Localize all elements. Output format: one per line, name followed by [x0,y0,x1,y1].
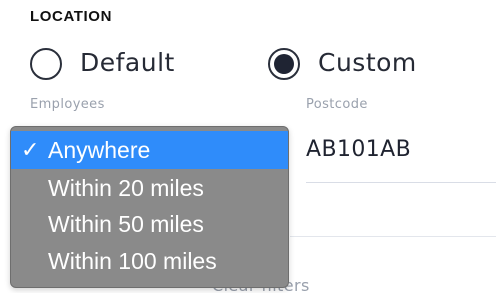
radio-default[interactable] [30,48,62,80]
dropdown-option-within-100-miles[interactable]: Within 100 miles [11,242,288,280]
radio-default-label[interactable]: Default [80,48,175,78]
dropdown-option-label: Within 50 miles [48,211,204,237]
dropdown-option-within-50-miles[interactable]: Within 50 miles [11,205,288,243]
location-section-title: LOCATION [30,8,113,25]
dropdown-option-label: Anywhere [48,137,151,163]
dropdown-option-label: Within 20 miles [48,175,204,201]
dropdown-option-anywhere[interactable]: ✓ Anywhere [11,131,288,169]
section-divider [290,236,496,237]
radio-selected-dot [274,54,294,74]
checkmark-icon: ✓ [21,137,40,162]
employees-label: Employees [30,97,105,112]
radio-custom[interactable] [268,48,300,80]
dropdown-option-label: Within 100 miles [48,248,217,274]
postcode-underline [306,182,496,183]
postcode-label: Postcode [306,97,368,112]
employees-dropdown-menu[interactable]: ✓ Anywhere Within 20 miles Within 50 mil… [10,126,289,288]
postcode-input[interactable]: AB101AB [306,135,411,165]
clipped-top-text [26,0,406,2]
dropdown-option-within-20-miles[interactable]: Within 20 miles [11,169,288,207]
radio-custom-label[interactable]: Custom [318,48,417,78]
